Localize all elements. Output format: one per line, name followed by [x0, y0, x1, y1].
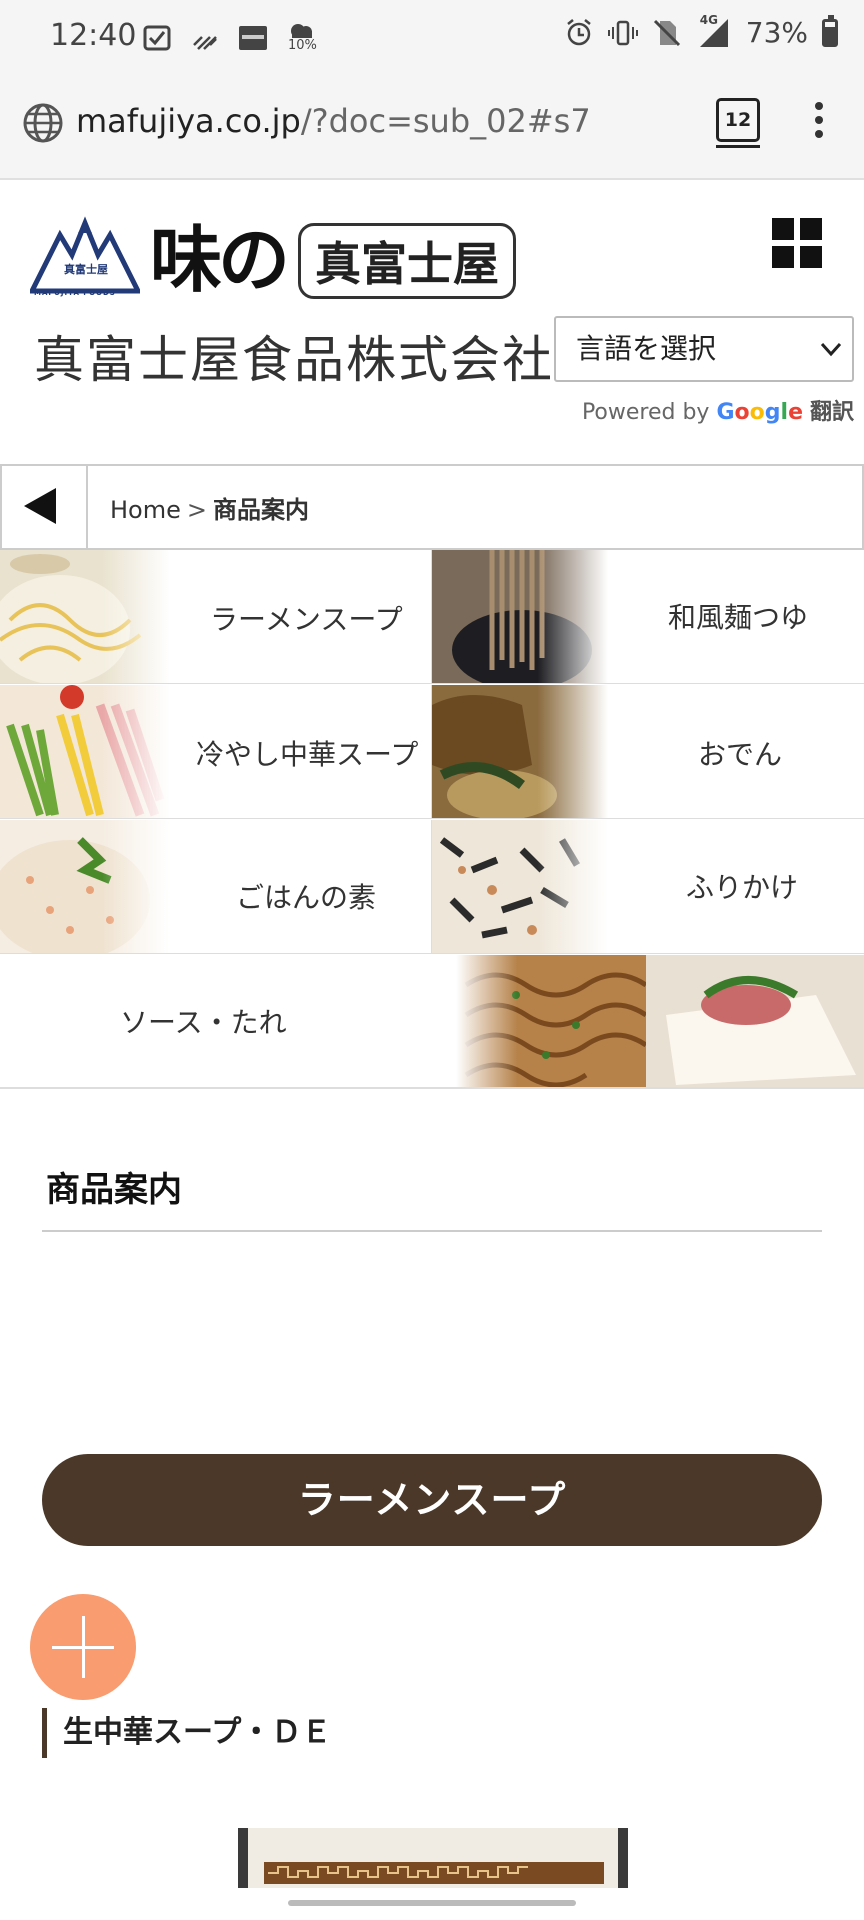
mountain-logo-icon: [30, 216, 140, 294]
logo-mark-text: 真富士屋: [64, 263, 108, 276]
back-arrow-button[interactable]: [2, 466, 88, 548]
google-wordmark: Google: [716, 400, 803, 425]
furikake-image: [432, 820, 608, 953]
status-time: 12:40: [50, 18, 137, 53]
browser-menu-icon[interactable]: [812, 102, 826, 142]
browser-url-bar: mafujiya.co.jp/?doc=sub_02#s7 12: [0, 72, 864, 180]
signal-wave-icon: [193, 36, 217, 50]
translate-text: 翻訳: [809, 400, 854, 425]
category-ramen-soup[interactable]: ラーメンスープ: [0, 550, 432, 684]
category-hiyashi-chuka-soup[interactable]: 冷やし中華スープ: [0, 685, 432, 819]
message-icon: [143, 25, 171, 51]
category-label: おでん: [698, 738, 783, 771]
category-furikake[interactable]: ふりかけ: [432, 820, 864, 954]
tab-switcher-button[interactable]: 12: [716, 98, 760, 148]
logo-mark-subtext: MAFUJIYA FOODS: [34, 289, 116, 297]
battery-icon: [822, 14, 838, 47]
status-right-icons: 4G 73%: [564, 13, 838, 49]
status-left-icons: 10%: [142, 20, 317, 56]
language-select[interactable]: 言語を選択: [554, 316, 854, 382]
url-path: /?doc=sub_02#s7: [300, 102, 591, 140]
network-type: 4G: [699, 12, 718, 27]
breadcrumb-home-link[interactable]: Home: [110, 496, 181, 524]
category-sauce-tare[interactable]: ソース・たれ: [0, 955, 864, 1089]
section-divider: [42, 1230, 822, 1232]
sauce-image: [456, 955, 864, 1087]
breadcrumb-current: 商品案内: [212, 496, 309, 524]
google-translate-credit[interactable]: Powered by Google 翻訳: [582, 394, 854, 426]
category-label: ごはんの素: [236, 881, 377, 914]
vibrate-icon: [607, 20, 638, 45]
product-heading: 生中華スープ・ＤＥ: [42, 1708, 331, 1758]
chevron-down-icon: [820, 322, 842, 400]
logo-brand-text: 真富士屋: [298, 223, 516, 299]
no-sim-icon: [653, 19, 680, 46]
section-title: 商品案内: [46, 1170, 182, 1210]
category-oden[interactable]: おでん: [432, 685, 864, 819]
category-heading-button[interactable]: ラーメンスープ: [42, 1454, 822, 1546]
oden-image: [432, 685, 608, 818]
app-icon: [239, 26, 267, 50]
alarm-icon: [566, 18, 591, 45]
url-host: mafujiya.co.jp: [76, 102, 301, 140]
battery-percent: 73%: [745, 16, 808, 49]
status-bar: 12:40 10% 4G 73%: [0, 0, 864, 72]
category-rice-mix[interactable]: ごはんの素: [0, 820, 432, 954]
cell-signal-icon: 4G: [696, 13, 732, 49]
breadcrumb-separator: >: [186, 496, 207, 524]
soba-image: [432, 550, 608, 683]
gesture-home-bar[interactable]: [288, 1900, 576, 1906]
menu-grid-icon[interactable]: [772, 218, 822, 268]
language-select-value: 言語を選択: [576, 332, 717, 365]
category-label: ふりかけ: [686, 871, 799, 904]
category-japanese-noodle-soup[interactable]: 和風麺つゆ: [432, 550, 864, 684]
logo-aji-text: 味の: [150, 217, 290, 302]
hiyashi-chuka-image: [0, 685, 170, 818]
plus-fab-button[interactable]: [30, 1594, 136, 1700]
breadcrumb: Home > 商品案内: [0, 464, 864, 550]
rice-mix-image: [0, 820, 170, 953]
url-field[interactable]: mafujiya.co.jp/?doc=sub_02#s7: [76, 102, 591, 140]
category-label: 冷やし中華スープ: [196, 738, 419, 771]
breadcrumb-trail: Home > 商品案内: [110, 490, 309, 525]
ramen-image: [0, 550, 170, 683]
company-name: 真富士屋食品株式会社: [34, 331, 554, 389]
product-image: [238, 1828, 628, 1888]
powered-by-text: Powered by: [581, 400, 710, 425]
weather-percent: 10%: [288, 38, 317, 53]
category-label: ソース・たれ: [120, 1006, 287, 1039]
globe-icon[interactable]: [22, 102, 64, 144]
weather-icon: 10%: [286, 20, 317, 56]
category-label: ラーメンスープ: [210, 603, 403, 636]
category-label: 和風麺つゆ: [668, 601, 809, 634]
